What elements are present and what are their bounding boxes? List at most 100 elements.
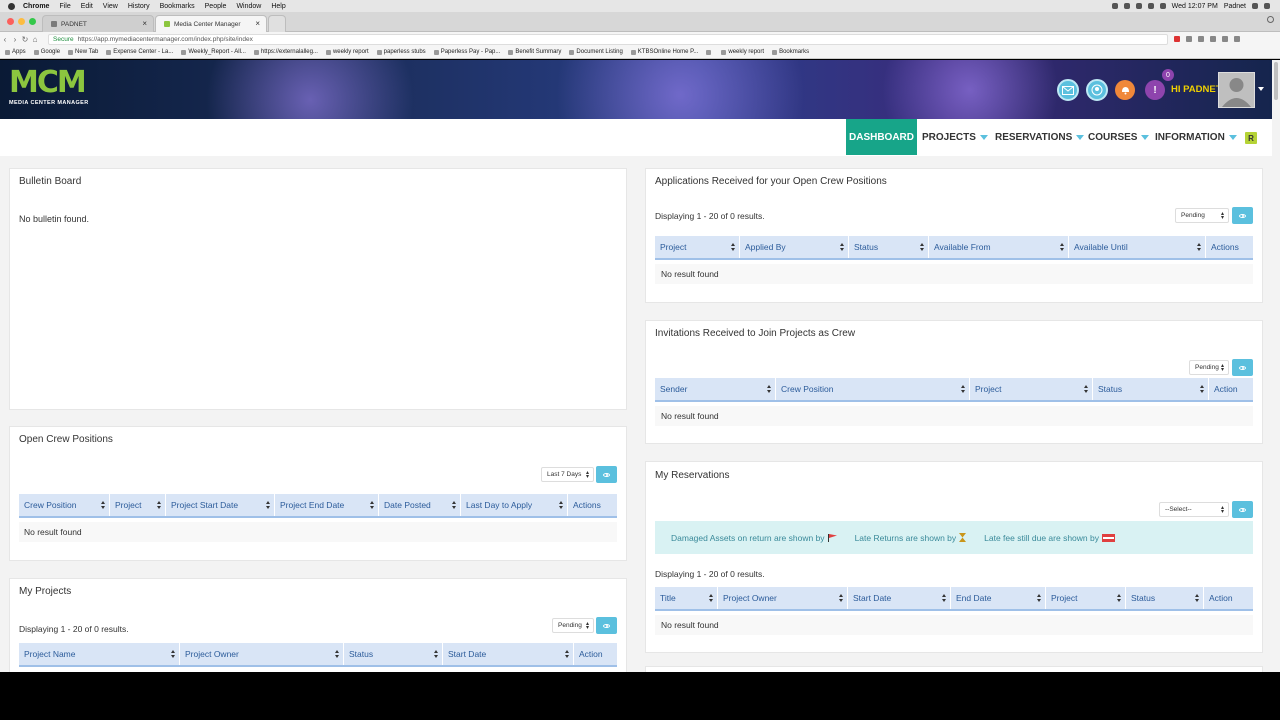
bookmark-item[interactable]: paperless stubs xyxy=(376,49,426,55)
more-icon[interactable] xyxy=(1234,36,1240,42)
page-scrollbar[interactable] xyxy=(1272,60,1280,672)
col-project[interactable]: Project xyxy=(1046,587,1126,609)
bookmark-item[interactable]: Bookmarks xyxy=(772,49,809,55)
extension-icon[interactable] xyxy=(1222,36,1228,42)
view-button[interactable] xyxy=(1232,207,1253,224)
view-button[interactable] xyxy=(1232,359,1253,376)
menu-bookmarks[interactable]: Bookmarks xyxy=(160,3,195,10)
view-button[interactable] xyxy=(596,466,617,483)
col-sender[interactable]: Sender xyxy=(655,378,776,400)
reload-icon[interactable]: ↻ xyxy=(20,35,30,44)
reservation-select[interactable]: --Select-- ▴ ▾ xyxy=(1159,502,1229,517)
col-status[interactable]: Status xyxy=(849,236,929,258)
menu-list-icon[interactable] xyxy=(1264,3,1270,9)
tab-padnet[interactable]: PADNET × xyxy=(42,15,154,32)
scrollbar-thumb[interactable] xyxy=(1274,62,1278,100)
col-project-name[interactable]: Project Name xyxy=(19,643,180,665)
menu-file[interactable]: File xyxy=(59,3,70,10)
menu-window[interactable]: Window xyxy=(236,3,261,10)
col-project[interactable]: Project xyxy=(110,494,166,516)
status-select[interactable]: Pending ▴ ▾ xyxy=(1175,208,1229,223)
os-clock[interactable]: Wed 12:07 PM xyxy=(1172,3,1218,10)
profile-icon[interactable] xyxy=(1267,16,1274,23)
user-circle-icon[interactable] xyxy=(1086,79,1108,101)
status-icon[interactable] xyxy=(1123,3,1130,9)
os-user[interactable]: Padnet xyxy=(1224,3,1246,10)
site-logo[interactable]: MCM MEDIA CENTER MANAGER xyxy=(9,66,101,112)
col-available-until[interactable]: Available Until xyxy=(1069,236,1206,258)
date-range-select[interactable]: Last 7 Days ▴ ▾ xyxy=(541,467,594,482)
nav-reservations[interactable]: RESERVATIONS xyxy=(995,119,1085,156)
col-project[interactable]: Project xyxy=(655,236,740,258)
maximize-window-icon[interactable] xyxy=(29,18,36,25)
tab-media-center-manager[interactable]: Media Center Manager × xyxy=(155,15,267,32)
status-select[interactable]: Pending ▴ ▾ xyxy=(552,618,594,633)
menu-help[interactable]: Help xyxy=(271,3,285,10)
nav-r-badge[interactable]: R xyxy=(1245,132,1257,144)
bookmark-item[interactable]: Weekly_Report - All... xyxy=(181,49,246,55)
bookmark-item[interactable]: Benefit Summary xyxy=(508,49,561,55)
col-applied-by[interactable]: Applied By xyxy=(740,236,849,258)
avatar[interactable] xyxy=(1218,72,1255,108)
extension-icon[interactable] xyxy=(1174,36,1180,42)
bookmark-item[interactable]: Paperless Pay - Pap... xyxy=(433,49,500,55)
col-project-start-date[interactable]: Project Start Date xyxy=(166,494,275,516)
bookmark-item[interactable]: Google xyxy=(33,49,60,55)
menu-chrome[interactable]: Chrome xyxy=(23,3,49,10)
bookmark-item[interactable]: weekly report xyxy=(325,49,369,55)
wifi-icon[interactable] xyxy=(1147,3,1154,9)
nav-projects[interactable]: PROJECTS xyxy=(922,119,988,156)
chevron-down-icon[interactable] xyxy=(1258,87,1264,91)
menu-history[interactable]: History xyxy=(128,3,150,10)
user-greeting[interactable]: HI PADNET xyxy=(1171,84,1222,95)
bookmark-item[interactable]: Document Listing xyxy=(569,49,623,55)
col-available-from[interactable]: Available From xyxy=(929,236,1069,258)
col-start-date[interactable]: Start Date xyxy=(443,643,574,665)
nav-information[interactable]: INFORMATION xyxy=(1155,119,1237,156)
col-crew-position[interactable]: Crew Position xyxy=(776,378,970,400)
menu-edit[interactable]: Edit xyxy=(81,3,93,10)
close-tab-icon[interactable]: × xyxy=(255,19,260,28)
col-title[interactable]: Title xyxy=(655,587,718,609)
nav-dashboard[interactable]: DASHBOARD xyxy=(846,119,917,155)
status-icon[interactable] xyxy=(1111,3,1118,9)
view-button[interactable] xyxy=(1232,501,1253,518)
info-alert-icon[interactable]: ! xyxy=(1145,80,1165,100)
view-button[interactable] xyxy=(596,617,617,634)
apple-icon[interactable] xyxy=(8,2,15,10)
forward-icon[interactable]: › xyxy=(10,35,20,44)
menu-people[interactable]: People xyxy=(205,3,227,10)
col-project-owner[interactable]: Project Owner xyxy=(180,643,344,665)
search-icon[interactable] xyxy=(1252,3,1258,9)
battery-icon[interactable] xyxy=(1159,3,1166,9)
close-window-icon[interactable] xyxy=(7,18,14,25)
bookmark-item[interactable]: Expense Center - La... xyxy=(106,49,173,55)
status-icon[interactable] xyxy=(1135,3,1142,9)
col-project-owner[interactable]: Project Owner xyxy=(718,587,848,609)
col-project[interactable]: Project xyxy=(970,378,1093,400)
col-start-date[interactable]: Start Date xyxy=(848,587,951,609)
address-bar[interactable]: Secure https://app.mymediacentermanager.… xyxy=(48,33,1168,45)
col-date-posted[interactable]: Date Posted xyxy=(379,494,461,516)
bell-icon[interactable] xyxy=(1115,80,1135,100)
back-icon[interactable]: ‹ xyxy=(0,35,10,44)
col-status[interactable]: Status xyxy=(1126,587,1204,609)
col-project-end-date[interactable]: Project End Date xyxy=(275,494,379,516)
bookmark-item[interactable]: New Tab xyxy=(68,49,98,55)
close-tab-icon[interactable]: × xyxy=(142,19,147,28)
bookmark-item[interactable]: https://externalalleg... xyxy=(253,49,318,55)
col-status[interactable]: Status xyxy=(344,643,443,665)
status-select[interactable]: Pending ▴ ▾ xyxy=(1189,360,1229,375)
col-last-day-to-apply[interactable]: Last Day to Apply xyxy=(461,494,568,516)
minimize-window-icon[interactable] xyxy=(18,18,25,25)
col-end-date[interactable]: End Date xyxy=(951,587,1046,609)
new-tab-button[interactable] xyxy=(268,15,286,32)
bookmark-item[interactable] xyxy=(706,49,713,55)
zoom-icon[interactable] xyxy=(1198,36,1204,42)
star-icon[interactable] xyxy=(1210,36,1216,42)
mail-icon[interactable] xyxy=(1057,79,1079,101)
home-icon[interactable]: ⌂ xyxy=(30,35,40,44)
menu-view[interactable]: View xyxy=(103,3,118,10)
bookmark-item[interactable]: weekly report xyxy=(721,49,764,55)
nav-courses[interactable]: COURSES xyxy=(1088,119,1150,156)
